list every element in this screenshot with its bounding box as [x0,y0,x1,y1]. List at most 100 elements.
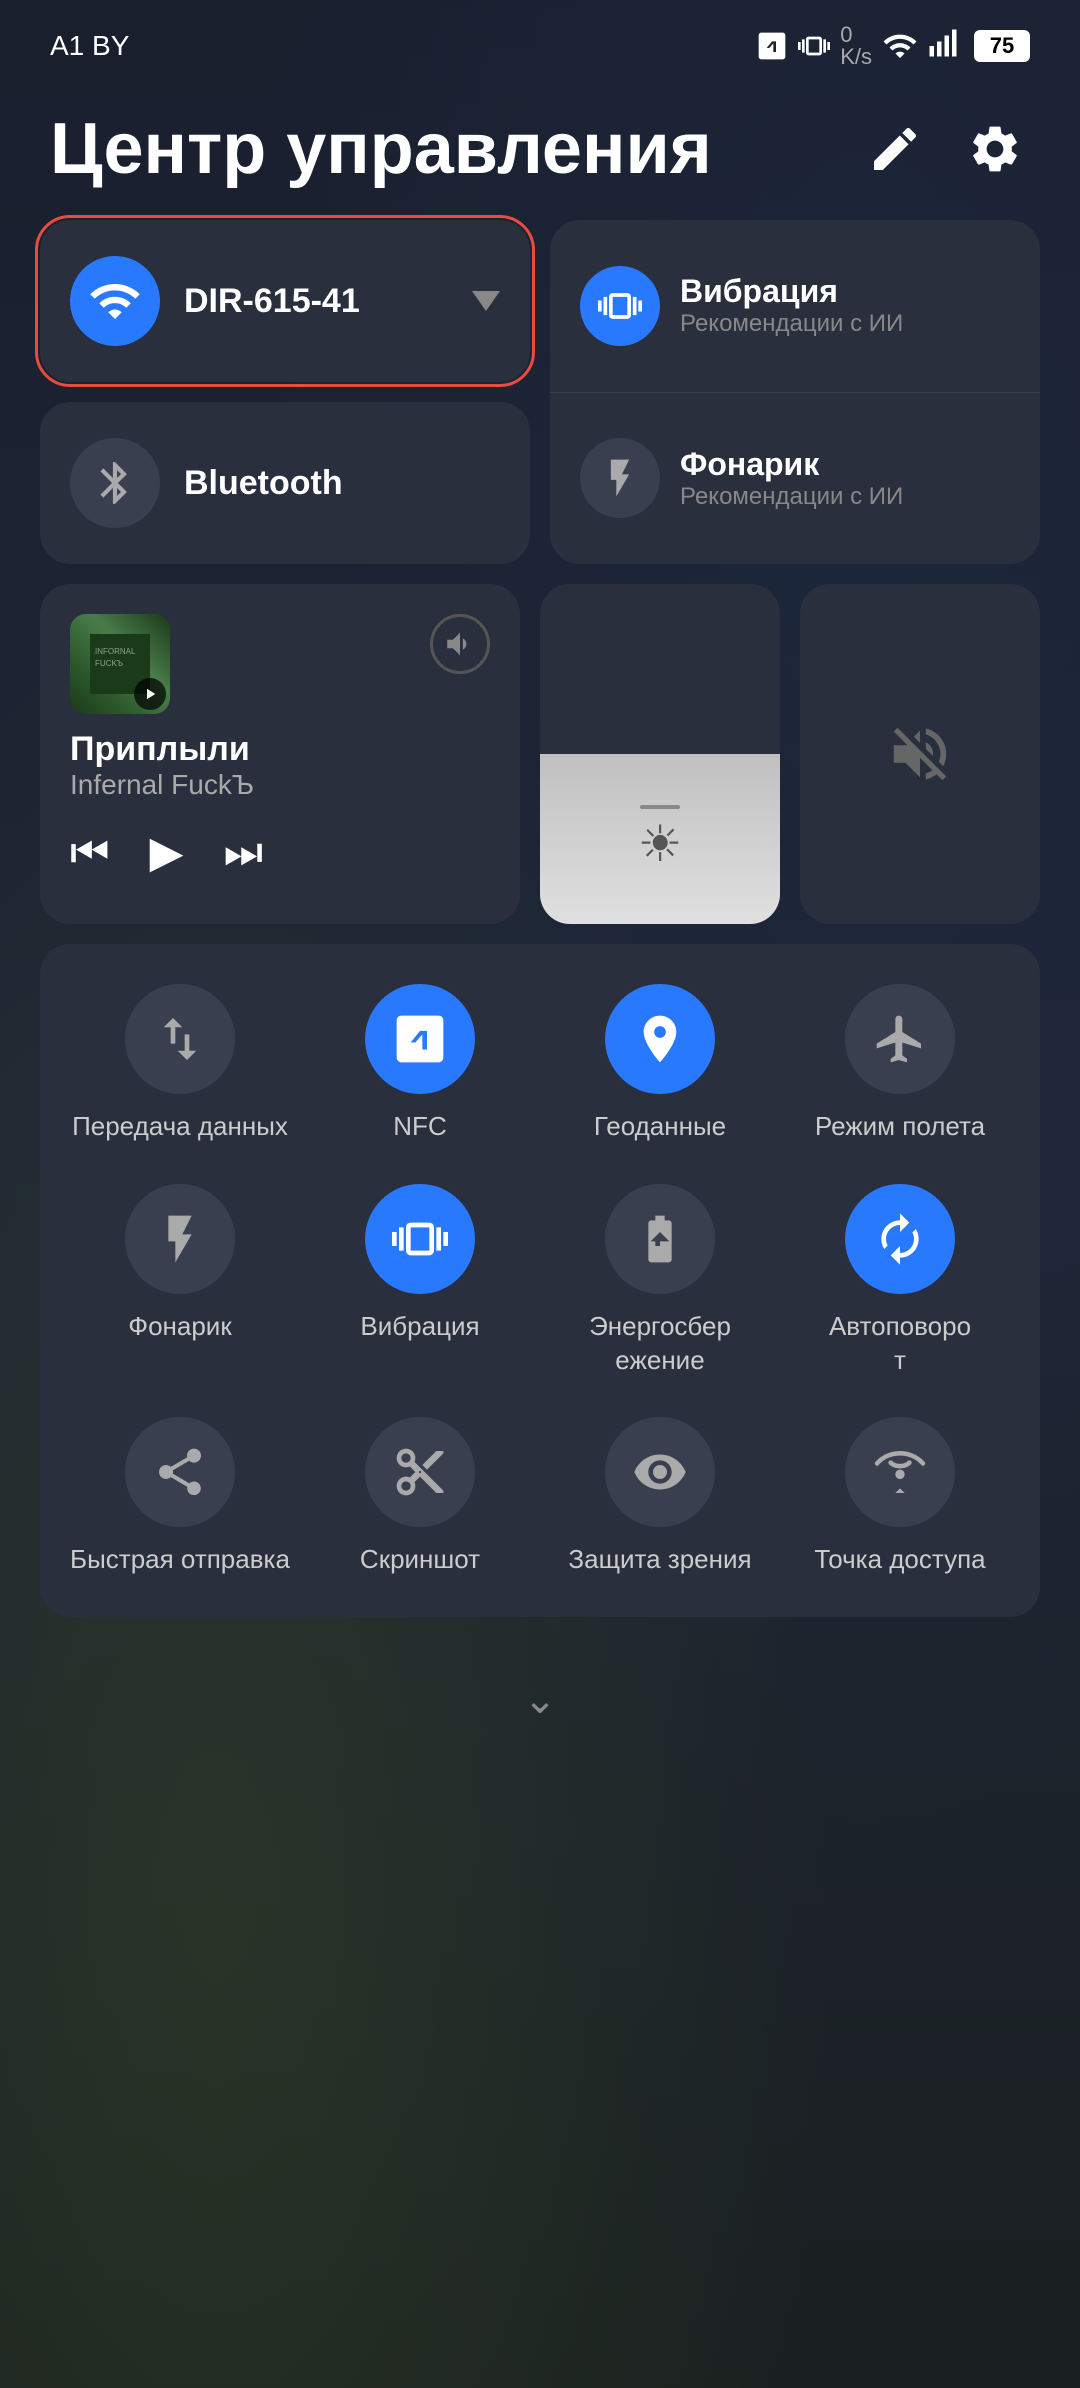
quick-share-icon [152,1444,208,1500]
play-small-icon [141,685,159,703]
volume-tile[interactable] [800,584,1040,924]
quick-item-flashlight[interactable]: Фонарик [70,1184,290,1378]
bluetooth-tile[interactable]: Bluetooth [40,402,530,564]
media-info: Приплыли Infernal FuckЪ [70,730,490,801]
vibration-icon [598,284,642,328]
carrier-label: A1 BY [50,30,129,62]
soundwave-icon [430,614,490,674]
quick-item-share[interactable]: Быстрая отправка [70,1417,290,1577]
wifi-icon-circle [70,256,160,346]
vibration2-icon-circle [365,1184,475,1294]
wifi-icon [88,274,142,328]
rotate-icon [872,1211,928,1267]
media-controls: ⏮ ▶ ⏭ [70,827,490,878]
screenshot-label: Скриншот [360,1543,480,1577]
flashlight-icon [598,456,642,500]
flashlight2-label: Фонарик [128,1310,231,1344]
quick-item-rotate[interactable]: Автоповорот [790,1184,1010,1378]
eyecare-icon-circle [605,1417,715,1527]
quick-item-hotspot[interactable]: Точка доступа [790,1417,1010,1577]
play-overlay [134,678,166,710]
quick-item-screenshot[interactable]: Скриншот [310,1417,530,1577]
settings-button[interactable] [960,114,1030,184]
quick-item-vibration[interactable]: Вибрация [310,1184,530,1378]
quick-item-data[interactable]: Передача данных [70,984,290,1144]
brightness-light-area: ☀ [540,754,780,924]
hotspot-icon-circle [845,1417,955,1527]
quick-item-eyecare[interactable]: Защита зрения [550,1417,770,1577]
tiles-section: DIR-615-41 Bluetooth [0,220,1080,1617]
data-transfer-icon [152,1011,208,1067]
eye-icon [632,1444,688,1500]
brightness-handle [640,805,680,809]
airplane-label: Режим полета [815,1110,985,1144]
page-title: Центр управления [50,108,712,190]
share-icon-circle [125,1417,235,1527]
location-icon [632,1011,688,1067]
wifi-tile[interactable]: DIR-615-41 [40,220,530,382]
status-icons: 0K/s 75 [756,24,1030,68]
next-button[interactable]: ⏭ [223,828,263,878]
speed-indicator: 0K/s [840,24,872,68]
quick-item-geo[interactable]: Геоданные [550,984,770,1144]
bluetooth-icon-circle [70,438,160,528]
bottom-indicator: ⌄ [0,1647,1080,1753]
eyecare-label: Защита зрения [568,1543,751,1577]
flashlight-icon-circle [580,438,660,518]
battery-saver-icon [632,1211,688,1267]
data-label: Передача данных [72,1110,288,1144]
vibration-info: Вибрация Рекомендации с ИИ [680,273,903,338]
brightness-tile[interactable]: ☀ [540,584,780,924]
rotate-icon-circle [845,1184,955,1294]
title-bar: Центр управления [0,78,1080,220]
nfc-icon-circle [365,984,475,1094]
flashlight-label: Фонарик [680,446,903,483]
soundwave-svg [443,627,477,661]
flashlight2-icon [152,1211,208,1267]
quick-item-nfc[interactable]: NFC [310,984,530,1144]
flashlight-tile[interactable]: Фонарик Рекомендации с ИИ [550,393,1040,565]
sun-icon: ☀ [638,815,683,873]
geo-label: Геоданные [594,1110,726,1144]
wifi-label: DIR-615-41 [184,282,360,321]
vibrate-status-icon [798,30,830,62]
bluetooth-icon [90,458,140,508]
hotspot-icon [872,1444,928,1500]
flashlight2-icon-circle [125,1184,235,1294]
quick-toggles-grid: Передача данных NFC Геоданные [40,944,1040,1617]
gear-icon [967,121,1023,177]
vibration-sublabel: Рекомендации с ИИ [680,310,903,338]
wifi-caret [472,291,500,311]
vibration-tile[interactable]: Вибрация Рекомендации с ИИ [550,220,1040,393]
nfc-label: NFC [393,1110,446,1144]
edit-icon [867,121,923,177]
bluetooth-label: Bluetooth [184,464,343,503]
media-row: INFORNAL FUCKЪ [40,584,1040,924]
album-art: INFORNAL FUCKЪ [70,614,170,714]
prev-button[interactable]: ⏮ [70,828,110,878]
battery-icon-circle [605,1184,715,1294]
flashlight-info: Фонарик Рекомендации с ИИ [680,446,903,511]
battery-indicator: 75 [974,30,1030,62]
media-top: INFORNAL FUCKЪ [70,614,490,714]
vibration-label: Вибрация [680,273,903,310]
quick-item-airplane[interactable]: Режим полета [790,984,1010,1144]
vibration-icon-circle [580,266,660,346]
media-artist: Infernal FuckЪ [70,769,490,801]
media-player-tile[interactable]: INFORNAL FUCKЪ [40,584,520,924]
vibration2-label: Вибрация [360,1310,479,1344]
bottom-chevron-icon[interactable]: ⌄ [523,1677,557,1723]
nfc-status-icon [756,30,788,62]
quick-item-battery[interactable]: Энергосбережение [550,1184,770,1378]
geo-icon-circle [605,984,715,1094]
top-tiles-grid: DIR-615-41 Bluetooth [40,220,1040,564]
nfc-quick-icon [392,1011,448,1067]
play-pause-button[interactable]: ▶ [150,827,184,878]
wifi-status-icon [882,28,918,64]
title-actions [860,114,1030,184]
flashlight-sublabel: Рекомендации с ИИ [680,483,903,511]
hotspot-label: Точка доступа [814,1543,985,1577]
edit-button[interactable] [860,114,930,184]
scissors-icon [392,1444,448,1500]
vibration2-icon [392,1211,448,1267]
